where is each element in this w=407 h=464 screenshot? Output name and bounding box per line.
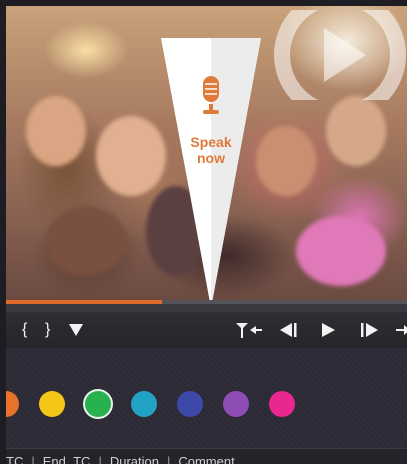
column-separator: | xyxy=(98,454,102,464)
color-swatch[interactable] xyxy=(6,391,19,417)
microphone-icon xyxy=(203,76,219,114)
color-swatch-strip xyxy=(6,348,407,448)
speak-label-line1: Speak xyxy=(190,134,232,150)
step-back-icon[interactable] xyxy=(278,322,298,338)
column-separator: | xyxy=(31,454,35,464)
playback-progress[interactable] xyxy=(6,300,407,312)
column-comment[interactable]: Comment xyxy=(178,449,234,464)
mark-out-icon[interactable] xyxy=(396,322,407,338)
column-end-tc[interactable]: End_TC xyxy=(43,449,91,464)
color-swatch[interactable] xyxy=(131,391,157,417)
play-icon-watermark[interactable] xyxy=(274,10,406,100)
column-separator: | xyxy=(166,454,171,464)
color-swatch[interactable] xyxy=(85,391,111,417)
brace-close-icon[interactable]: } xyxy=(45,322,50,338)
progress-fill xyxy=(6,300,163,304)
crowd-figure xyxy=(296,216,386,286)
video-preview[interactable]: Speak now xyxy=(6,6,407,308)
marker-down-icon[interactable] xyxy=(68,323,84,337)
transport-toolbar: { } xyxy=(6,312,407,348)
crowd-figure xyxy=(256,126,316,196)
color-swatch[interactable] xyxy=(177,391,203,417)
speak-label-line2: now xyxy=(197,150,225,166)
mark-in-icon[interactable] xyxy=(236,322,262,338)
crowd-figure xyxy=(26,96,86,166)
crowd-figure xyxy=(326,96,386,166)
speak-now-label[interactable]: Speak now xyxy=(176,134,246,166)
color-swatch[interactable] xyxy=(223,391,249,417)
column-duration[interactable]: Duration xyxy=(110,449,159,464)
marker-list-header: TC | End_TC | Duration | Comment xyxy=(6,448,407,464)
column-start-tc[interactable]: TC xyxy=(6,449,23,464)
brace-open-icon[interactable]: { xyxy=(22,322,27,338)
crowd-figure xyxy=(96,116,166,196)
color-swatch[interactable] xyxy=(269,391,295,417)
step-forward-icon[interactable] xyxy=(360,322,380,338)
app-frame: Speak now { } TC | End_TC | Duration | Comment xyxy=(6,6,407,464)
crowd-figure xyxy=(46,206,126,276)
color-swatch[interactable] xyxy=(39,391,65,417)
play-icon[interactable] xyxy=(320,322,336,338)
